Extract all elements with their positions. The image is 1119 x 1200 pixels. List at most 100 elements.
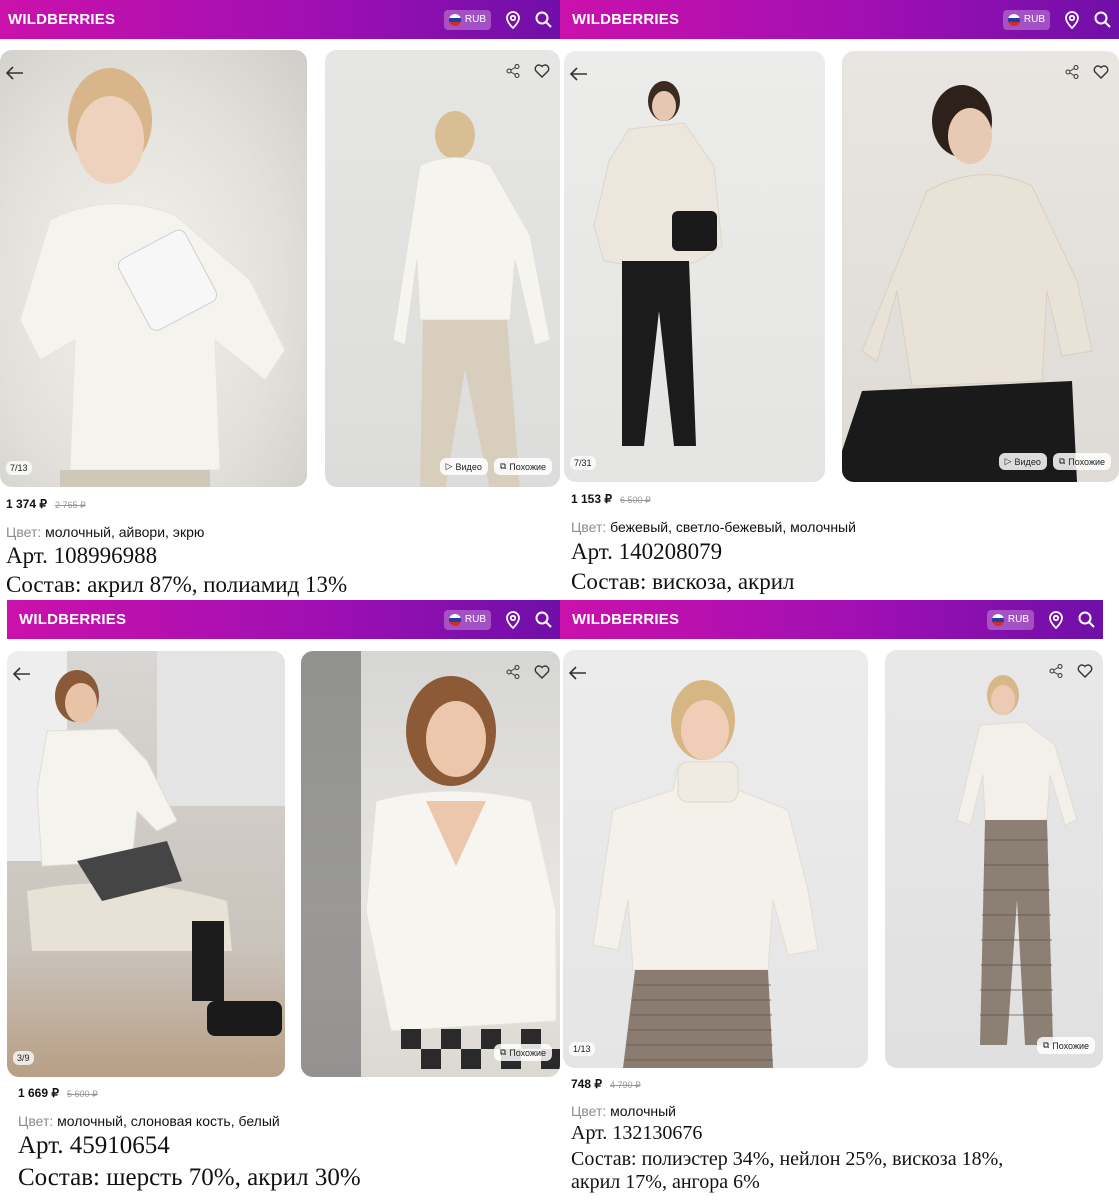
similar-button[interactable]: ⧉ Похожие [1036, 1037, 1095, 1054]
composition: Состав: полиэстер 34%, нейлон 25%, виско… [571, 1148, 1004, 1193]
model-photo-image [842, 85, 1093, 482]
product-panel-4: WILDBERRIES RUB 1/13 ⧉ Похожие 748 ₽ 4 7… [560, 600, 1119, 1200]
product-photo-main[interactable]: 7/31 [564, 51, 825, 482]
model-sitting-photo-image [7, 651, 285, 1036]
similar-button[interactable]: ⧉ Похожие [493, 458, 552, 475]
video-button[interactable]: ▷ Видео [998, 453, 1047, 470]
product-photo-main[interactable]: 3/9 [7, 651, 285, 1077]
similar-label: Похожие [509, 461, 546, 472]
similar-search-icon: ⧉ [1042, 1040, 1050, 1050]
composition: Состав: вискоза, акрил [571, 569, 795, 594]
location-pin-icon[interactable] [1048, 610, 1064, 629]
favorite-heart-icon[interactable] [534, 64, 550, 78]
current-price: 1 153 ₽ [571, 492, 612, 506]
product-photo-secondary[interactable]: ▷ Видео ⧉ Похожие [842, 51, 1119, 482]
video-label: Видео [455, 461, 482, 472]
similar-search-icon: ⧉ [499, 1047, 507, 1057]
back-arrow-icon[interactable] [5, 66, 24, 85]
similar-label: Похожие [1052, 1040, 1089, 1051]
search-icon[interactable] [1094, 11, 1111, 28]
product-photo-secondary[interactable]: ▷ Видео ⧉ Похожие [325, 50, 560, 487]
share-icon[interactable] [506, 64, 520, 78]
search-icon[interactable] [535, 11, 552, 28]
app-header: WILDBERRIES RUB [0, 0, 560, 39]
composition: Состав: акрил 87%, полиамид 13% [6, 572, 348, 597]
similar-button[interactable]: ⧉ Похожие [1052, 453, 1111, 470]
color-value: молочный, слоновая кость, белый [57, 1113, 280, 1129]
model-photo-image [301, 651, 560, 1077]
photo-counter: 1/13 [569, 1042, 595, 1056]
location-pin-icon[interactable] [505, 610, 521, 629]
wildberries-logo[interactable]: WILDBERRIES [572, 11, 679, 28]
similar-label: Похожие [1068, 456, 1105, 467]
price-block: 748 ₽ 4 790 ₽ [571, 1077, 641, 1091]
color-value: молочный [610, 1103, 676, 1119]
product-panel-2: WILDBERRIES RUB 7/31 ▷ Видео ⧉ Похожие 1… [560, 0, 1119, 600]
current-price: 748 ₽ [571, 1077, 602, 1091]
favorite-heart-icon[interactable] [1077, 664, 1093, 678]
share-icon[interactable] [1049, 664, 1063, 678]
currency-label: RUB [464, 14, 486, 25]
price-block: 1 374 ₽ 2 765 ₽ [6, 497, 86, 511]
photo-counter: 7/31 [570, 456, 596, 470]
russia-flag-icon [1007, 13, 1020, 26]
old-price: 2 765 ₽ [55, 500, 86, 510]
old-price: 4 790 ₽ [610, 1080, 641, 1090]
location-pin-icon[interactable] [505, 10, 521, 29]
back-arrow-icon[interactable] [569, 67, 588, 86]
wildberries-logo[interactable]: WILDBERRIES [572, 611, 679, 628]
currency-selector[interactable]: RUB [443, 9, 491, 30]
russia-flag-icon [991, 613, 1004, 626]
wildberries-logo[interactable]: WILDBERRIES [8, 11, 115, 28]
product-photo-secondary[interactable]: ⧉ Похожие [885, 650, 1103, 1068]
product-panel-3: WILDBERRIES RUB 3/9 ⧉ Похожие 1 669 ₽ 5 … [0, 600, 560, 1200]
color-label: Цвет: [571, 1103, 607, 1119]
old-price: 6 500 ₽ [620, 495, 651, 505]
old-price: 5 600 ₽ [67, 1089, 98, 1099]
currency-selector[interactable]: RUB [1002, 9, 1050, 30]
model-photo-image [592, 680, 819, 1068]
composition: Состав: шерсть 70%, акрил 30% [18, 1164, 361, 1191]
article-number: Арт. 140208079 [571, 539, 723, 564]
color-label: Цвет: [571, 519, 607, 535]
product-photo-secondary[interactable]: ⧉ Похожие [301, 651, 560, 1077]
currency-label: RUB [1007, 614, 1029, 625]
similar-label: Похожие [509, 1047, 546, 1058]
color-line: Цвет: молочный, слоновая кость, белый [18, 1113, 280, 1129]
video-button[interactable]: ▷ Видео [439, 458, 488, 475]
color-line: Цвет: молочный, айвори, экрю [6, 524, 204, 540]
article-number: Арт. 45910654 [18, 1132, 170, 1159]
photo-counter: 7/13 [6, 461, 32, 475]
search-icon[interactable] [535, 611, 552, 628]
favorite-heart-icon[interactable] [534, 665, 550, 679]
similar-search-icon: ⧉ [1058, 456, 1066, 466]
currency-selector[interactable]: RUB [986, 609, 1034, 630]
currency-label: RUB [464, 614, 486, 625]
play-icon: ▷ [1004, 456, 1012, 466]
product-photo-main[interactable]: 7/13 [0, 50, 307, 487]
currency-label: RUB [1023, 14, 1045, 25]
favorite-heart-icon[interactable] [1093, 65, 1109, 79]
russia-flag-icon [448, 613, 461, 626]
price-block: 1 669 ₽ 5 600 ₽ [18, 1086, 98, 1100]
wildberries-logo[interactable]: WILDBERRIES [19, 611, 126, 628]
play-icon: ▷ [445, 461, 453, 471]
app-header: WILDBERRIES RUB [560, 0, 1119, 39]
back-arrow-icon[interactable] [568, 666, 587, 685]
back-arrow-icon[interactable] [12, 667, 31, 686]
currency-selector[interactable]: RUB [443, 609, 491, 630]
share-icon[interactable] [506, 665, 520, 679]
location-pin-icon[interactable] [1064, 10, 1080, 29]
video-label: Видео [1014, 456, 1041, 467]
color-label: Цвет: [6, 524, 42, 540]
current-price: 1 374 ₽ [6, 497, 47, 511]
product-photo-main[interactable]: 1/13 [563, 650, 868, 1068]
model-full-body-photo-image [956, 675, 1078, 1045]
model-photo-image [19, 68, 286, 487]
share-icon[interactable] [1065, 65, 1079, 79]
russia-flag-icon [448, 13, 461, 26]
similar-button[interactable]: ⧉ Похожие [493, 1044, 552, 1061]
color-value: молочный, айвори, экрю [45, 524, 205, 540]
model-back-photo-image [392, 111, 551, 487]
search-icon[interactable] [1078, 611, 1095, 628]
